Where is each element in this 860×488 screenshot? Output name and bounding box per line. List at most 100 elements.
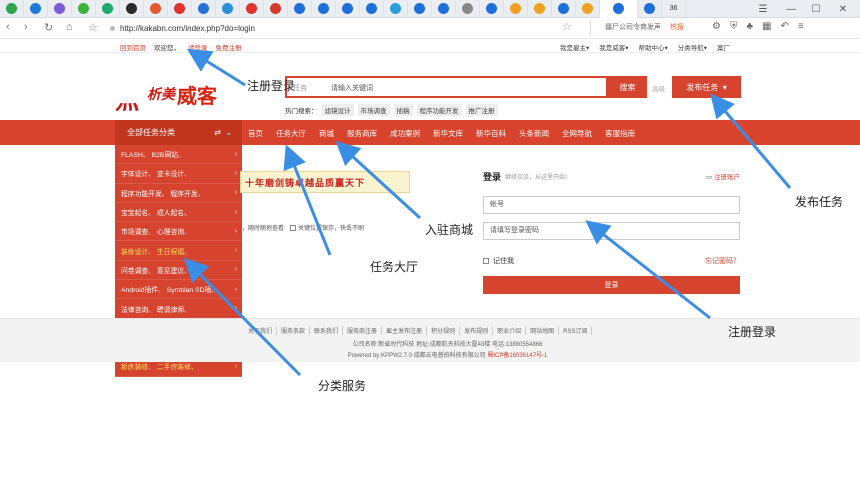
category-item[interactable]: 法律咨询、 聘请律师、 › bbox=[115, 299, 242, 319]
nav-item[interactable]: 新华文库 bbox=[433, 128, 463, 139]
top-menu-item[interactable]: 分类导航▾ bbox=[678, 42, 707, 52]
nav-item[interactable]: 任务大厅 bbox=[276, 128, 306, 139]
forgot-password-link[interactable]: 忘记密码？ bbox=[705, 256, 740, 266]
browser-tab[interactable] bbox=[72, 0, 96, 18]
maximize-icon[interactable]: ☐ bbox=[805, 0, 827, 18]
browser-tab[interactable] bbox=[96, 0, 120, 18]
browser-tab[interactable] bbox=[552, 0, 576, 18]
browser-tab[interactable] bbox=[480, 0, 504, 18]
category-item[interactable]: 装修设计、 生日祝福、 › bbox=[115, 241, 242, 261]
tab-list-icon[interactable]: ☰ bbox=[752, 0, 774, 18]
nav-item[interactable]: 全网导航 bbox=[562, 128, 592, 139]
browser-tab[interactable] bbox=[360, 0, 384, 18]
nav-item[interactable]: 商城 bbox=[319, 128, 334, 139]
footer-link[interactable]: RSS订阅 bbox=[559, 326, 593, 335]
all-categories-button[interactable]: 全部任务分类 ⇄ ⌄ bbox=[115, 120, 242, 145]
promo-banner[interactable]: 十年磨剑铸卓越品质赢天下 bbox=[240, 171, 410, 193]
close-window-icon[interactable]: ✕ bbox=[832, 0, 854, 18]
browser-tab[interactable] bbox=[0, 0, 24, 18]
back-icon[interactable]: ‹ bbox=[6, 21, 10, 33]
forward-icon[interactable]: › bbox=[24, 21, 28, 33]
favorite-icon[interactable]: ☆ bbox=[562, 20, 572, 33]
footer-link[interactable]: 服务条款 bbox=[277, 326, 311, 335]
browser-tab[interactable] bbox=[168, 0, 192, 18]
shield-icon[interactable]: ⛨ bbox=[730, 21, 738, 32]
top-menu-item[interactable]: 帮助中心▾ bbox=[639, 42, 668, 52]
hot-search-tag[interactable]: 市场调查 bbox=[357, 104, 390, 116]
browser-search-input[interactable]: 僵尸公司令商发声 bbox=[590, 20, 702, 36]
category-item[interactable]: 宝宝起名、 成人起名、 › bbox=[115, 203, 242, 223]
game-icon[interactable]: ♣ bbox=[746, 21, 753, 32]
password-input[interactable]: 请填写登录密码 bbox=[483, 222, 740, 240]
minimize-icon[interactable]: — bbox=[780, 0, 802, 18]
nav-item[interactable]: 首页 bbox=[248, 128, 263, 139]
hot-search-tag[interactable]: 插稿 bbox=[393, 104, 413, 116]
browser-tab[interactable] bbox=[336, 0, 360, 18]
site-logo[interactable]: 灬 析美 威客 bbox=[115, 78, 233, 115]
browser-tab[interactable] bbox=[408, 0, 432, 18]
browser-tab[interactable] bbox=[24, 0, 48, 18]
category-item[interactable]: 字体设计、 宣卡设计、 › bbox=[115, 164, 242, 184]
extension-icon[interactable]: ⚙ bbox=[712, 21, 721, 32]
nav-item[interactable]: 客服指南 bbox=[605, 128, 635, 139]
browser-tab[interactable] bbox=[48, 0, 72, 18]
home-icon[interactable]: ⌂ bbox=[66, 21, 73, 33]
browser-tab[interactable] bbox=[600, 0, 638, 18]
publish-task-button[interactable]: 发布任务 ▾ bbox=[672, 76, 741, 98]
top-menu-item[interactable]: 我是威客▾ bbox=[599, 42, 628, 52]
category-item[interactable]: 市场调查、 心理咨询、 › bbox=[115, 222, 242, 242]
browser-tab[interactable] bbox=[264, 0, 288, 18]
browser-tab[interactable] bbox=[240, 0, 264, 18]
nav-item[interactable]: 成功案例 bbox=[390, 128, 420, 139]
nav-item[interactable]: 服务商库 bbox=[347, 128, 377, 139]
browser-tab[interactable] bbox=[192, 0, 216, 18]
nav-item[interactable]: 新华百科 bbox=[476, 128, 506, 139]
browser-tab[interactable] bbox=[144, 0, 168, 18]
browser-tab[interactable] bbox=[288, 0, 312, 18]
browser-tab[interactable] bbox=[432, 0, 456, 18]
login-submit-button[interactable]: 登录 bbox=[483, 276, 740, 294]
hot-search-tag[interactable]: 滤镜设计 bbox=[321, 104, 354, 116]
undo-icon[interactable]: ↶ bbox=[780, 21, 788, 32]
browser-tab[interactable] bbox=[638, 0, 662, 18]
browser-tab[interactable] bbox=[528, 0, 552, 18]
category-item[interactable]: 问卷调查、 意见建议、 › bbox=[115, 261, 242, 281]
category-item[interactable]: Android插件、 Symblan SD插、 › bbox=[115, 280, 242, 300]
option-2[interactable]: 关键位置保存，快丢不刷 bbox=[290, 223, 364, 232]
footer-link[interactable]: 职业介绍 bbox=[493, 326, 527, 335]
search-button[interactable]: 搜索 bbox=[608, 76, 647, 98]
search-type-select[interactable]: 任务 bbox=[293, 83, 307, 93]
apps-grid-icon[interactable]: ▦ bbox=[762, 21, 771, 32]
tab-count-badge[interactable]: 36 bbox=[662, 0, 686, 18]
browser-tab[interactable] bbox=[456, 0, 480, 18]
url-field[interactable]: http://kakabn.com/index.php?do=login bbox=[108, 21, 580, 36]
register-link[interactable]: 免费注册 bbox=[216, 42, 242, 52]
footer-link[interactable]: 关于我们 bbox=[244, 326, 278, 335]
footer-link[interactable]: 积分规则 bbox=[427, 326, 461, 335]
footer-link[interactable]: 雇主发布注册 bbox=[382, 326, 428, 335]
footer-link[interactable]: 联系我们 bbox=[310, 326, 344, 335]
browser-tab[interactable] bbox=[312, 0, 336, 18]
icp-link[interactable]: 蜀ICP备16036147号-1 bbox=[487, 353, 547, 359]
advanced-search-link[interactable]: 高级 bbox=[652, 83, 665, 93]
hot-search-tag[interactable]: 程序功能开发 bbox=[416, 104, 462, 116]
browser-tab[interactable] bbox=[384, 0, 408, 18]
register-account-link[interactable]: ▭ 注册账户 bbox=[706, 171, 740, 181]
browser-tab[interactable] bbox=[216, 0, 240, 18]
bookmark-star-icon[interactable]: ☆ bbox=[88, 21, 98, 34]
top-menu-item[interactable]: 我是雇主▾ bbox=[560, 42, 589, 52]
browser-tab[interactable] bbox=[120, 0, 144, 18]
nav-item[interactable]: 头条新闻 bbox=[519, 128, 549, 139]
site-search-box[interactable]: 任务 请输入关键词 bbox=[285, 76, 608, 98]
footer-link[interactable]: 发布规则 bbox=[460, 326, 494, 335]
browser-tab[interactable] bbox=[504, 0, 528, 18]
browser-tab[interactable] bbox=[576, 0, 600, 18]
refresh-icon[interactable]: ↻ bbox=[44, 21, 53, 34]
home-link[interactable]: 回到首页 bbox=[120, 42, 146, 52]
menu-icon[interactable]: ≡ bbox=[798, 21, 804, 32]
login-link[interactable]: 请登录 bbox=[188, 42, 208, 52]
account-input[interactable]: 帐号 bbox=[483, 196, 740, 214]
hot-search-tag[interactable]: 推广注册 bbox=[465, 104, 498, 116]
top-menu-item[interactable]: 案厂 bbox=[717, 42, 730, 52]
category-item[interactable]: FLASH、 B2B网站、 › bbox=[115, 145, 242, 165]
